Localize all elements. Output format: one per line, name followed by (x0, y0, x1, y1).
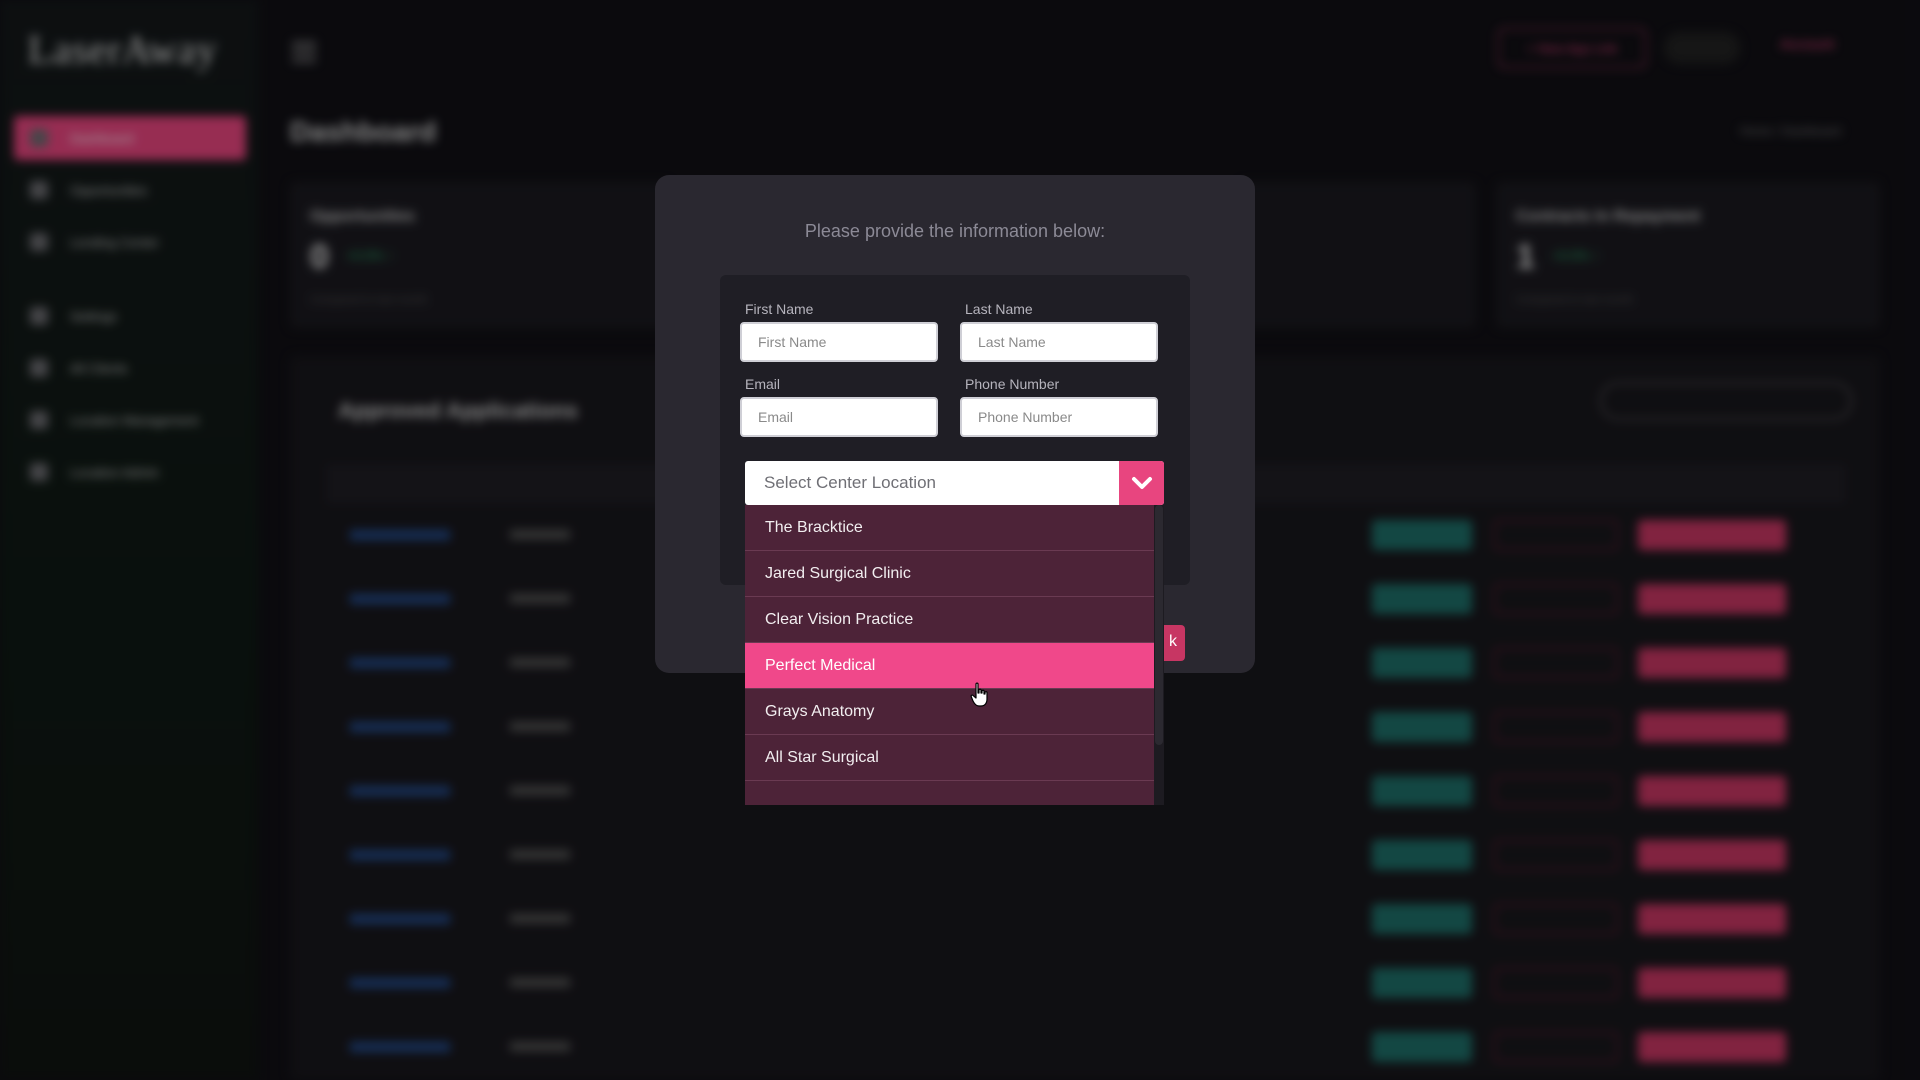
dropdown-option[interactable]: Jared Surgical Clinic (745, 551, 1154, 597)
dropdown-scrollbar[interactable] (1154, 505, 1164, 805)
email-label: Email (745, 376, 781, 392)
dropdown-option-partial[interactable] (745, 781, 1154, 805)
last-name-label: Last Name (965, 301, 1033, 317)
hand-pointer-icon (970, 682, 988, 707)
submit-icon: k (1169, 633, 1177, 650)
dropdown-option-highlighted[interactable]: Perfect Medical (745, 643, 1154, 689)
dropdown-option[interactable]: Grays Anatomy (745, 689, 1154, 735)
phone-number-input[interactable] (960, 397, 1158, 437)
center-location-select[interactable]: Select Center Location (745, 461, 1164, 505)
modal-prompt: Please provide the information below: (804, 221, 1106, 241)
scrollbar-thumb[interactable] (1155, 505, 1163, 745)
select-placeholder: Select Center Location (764, 473, 936, 492)
chevron-down-icon[interactable] (1119, 461, 1164, 505)
first-name-input[interactable] (740, 322, 938, 362)
email-input[interactable] (740, 397, 938, 437)
center-location-dropdown: The Bracktice Jared Surgical Clinic Clea… (745, 505, 1164, 805)
phone-number-label: Phone Number (965, 376, 1060, 392)
dropdown-option[interactable]: The Bracktice (745, 505, 1154, 551)
dropdown-option[interactable]: Clear Vision Practice (745, 597, 1154, 643)
first-name-label: First Name (745, 301, 814, 317)
last-name-input[interactable] (960, 322, 1158, 362)
dropdown-option[interactable]: All Star Surgical (745, 735, 1154, 781)
